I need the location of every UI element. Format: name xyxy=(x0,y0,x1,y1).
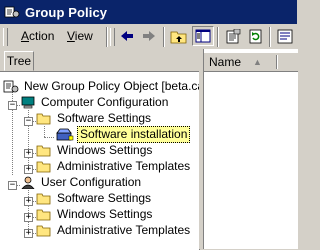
column-name-label: Name xyxy=(209,55,242,69)
expand-toggle[interactable]: + xyxy=(24,165,33,174)
expand-toggle[interactable]: + xyxy=(24,197,33,206)
properties-button[interactable] xyxy=(222,26,244,46)
folder-icon xyxy=(36,161,51,172)
title-bar[interactable]: Group Policy xyxy=(0,0,297,24)
tree-item-user-configuration[interactable]: User Configuration xyxy=(20,174,143,190)
tree-item-user-windows-settings[interactable]: Windows Settings xyxy=(36,206,154,222)
sort-ascending-icon: ▲ xyxy=(253,57,262,67)
tree-label: User Configuration xyxy=(41,174,142,189)
tree-item-root[interactable]: New Group Policy Object [beta.care xyxy=(3,78,200,94)
help-icon xyxy=(277,29,293,43)
column-divider[interactable] xyxy=(276,55,278,69)
properties-icon xyxy=(226,28,241,43)
tab-tree[interactable]: Tree xyxy=(4,51,34,71)
group-policy-icon xyxy=(4,6,20,18)
tree-label: Administrative Templates xyxy=(57,158,191,173)
tree-label: Computer Configuration xyxy=(41,94,169,109)
collapse-toggle[interactable]: − xyxy=(8,181,17,190)
tree-connector xyxy=(44,137,54,138)
show-hide-tree-icon xyxy=(195,29,211,43)
tree-label: Windows Settings xyxy=(57,206,153,221)
toolbar-separator xyxy=(269,27,271,47)
folder-icon xyxy=(36,225,51,236)
expand-toggle[interactable]: + xyxy=(24,213,33,222)
folder-icon xyxy=(36,193,51,204)
tree-item-software-settings[interactable]: Software Settings xyxy=(36,110,153,126)
menu-view-rest: iew xyxy=(74,29,93,43)
menu-toolbar: Action View xyxy=(0,24,297,50)
refresh-button[interactable] xyxy=(245,26,267,46)
open-folder-icon xyxy=(36,113,51,124)
menu-action-accel: A xyxy=(21,29,30,43)
toolbar-grip[interactable] xyxy=(3,28,8,46)
window-title: Group Policy xyxy=(25,4,108,20)
refresh-icon xyxy=(249,29,262,43)
collapse-toggle[interactable]: − xyxy=(24,117,33,126)
expand-toggle[interactable]: + xyxy=(24,149,33,158)
collapse-toggle[interactable]: − xyxy=(8,101,17,110)
up-one-level-button[interactable] xyxy=(168,26,190,46)
up-folder-icon xyxy=(170,31,187,43)
toolbar-separator xyxy=(217,27,219,47)
show-hide-tree-button[interactable] xyxy=(192,26,214,46)
toolbar-separator xyxy=(163,27,165,47)
tree-item-computer-configuration[interactable]: Computer Configuration xyxy=(20,94,170,110)
back-arrow-icon xyxy=(121,31,133,41)
folder-icon xyxy=(36,209,51,220)
tree-label: New Group Policy Object [beta.care xyxy=(24,78,200,93)
tree-connector xyxy=(44,126,45,137)
tree-label: Windows Settings xyxy=(57,142,153,157)
group-policy-object-icon xyxy=(3,80,19,92)
tree-label: Software installation xyxy=(77,125,191,143)
tree-item-windows-settings[interactable]: Windows Settings xyxy=(36,142,154,158)
details-pane[interactable]: Name ▲ xyxy=(203,49,298,249)
tree-item-user-administrative-templates[interactable]: Administrative Templates xyxy=(36,222,192,238)
toolbar-grip[interactable] xyxy=(110,28,115,46)
tree-item-administrative-templates[interactable]: Administrative Templates xyxy=(36,158,192,174)
expand-toggle[interactable]: + xyxy=(24,229,33,238)
back-button[interactable] xyxy=(116,26,138,46)
column-header-name[interactable]: Name ▲ xyxy=(204,52,298,72)
user-icon xyxy=(21,176,35,189)
menu-view-accel: V xyxy=(67,29,75,43)
software-installation-icon xyxy=(56,128,74,140)
toolbar-separator xyxy=(106,27,108,47)
tree-label: Software Settings xyxy=(57,110,152,125)
menu-action-rest: ction xyxy=(29,29,55,43)
folder-icon xyxy=(36,145,51,156)
forward-button[interactable] xyxy=(138,26,160,46)
tree-label: Software Settings xyxy=(57,190,152,205)
tree-pane[interactable]: New Group Policy Object [beta.care − Com… xyxy=(0,71,200,250)
tree-label: Administrative Templates xyxy=(57,222,191,237)
tree-item-software-installation[interactable]: Software installation xyxy=(56,125,191,143)
computer-icon xyxy=(21,96,35,108)
forward-arrow-icon xyxy=(143,31,155,41)
help-button[interactable] xyxy=(274,26,296,46)
tree-item-user-software-settings[interactable]: Software Settings xyxy=(36,190,153,206)
